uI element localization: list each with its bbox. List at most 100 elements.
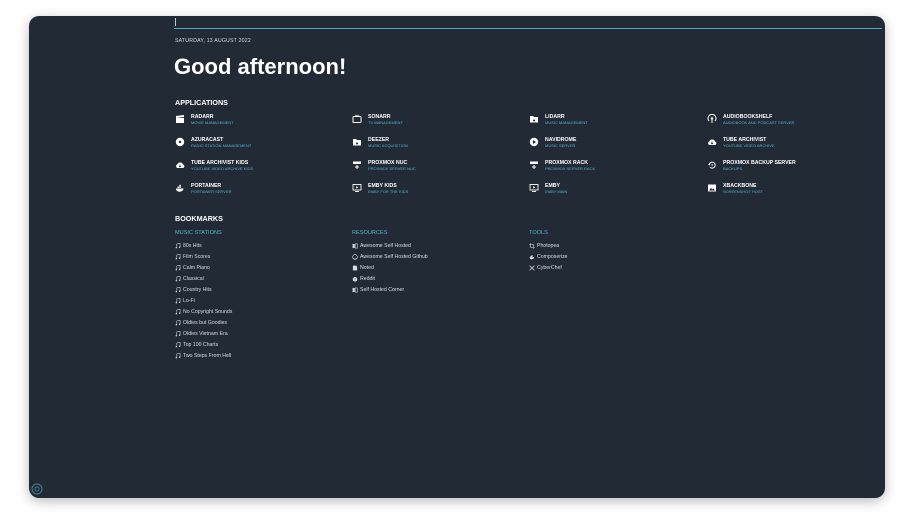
app-tile[interactable]: NAVIDROME MUSIC SERVER xyxy=(529,137,576,148)
search-input[interactable] xyxy=(174,28,882,29)
bookmark-label: Lo-Fi xyxy=(183,297,195,304)
book-icon xyxy=(352,287,358,293)
app-tile[interactable]: XBACKBONE SCREENSHOT HOST xyxy=(707,183,763,194)
bookmark-label: Oldies but Goodies xyxy=(183,319,228,326)
app-tile[interactable]: AZURACAST RADIO STATION MANAGEMENT xyxy=(175,137,251,148)
app-description: YOUTUBE VIDEO ARCHIVE KIDS xyxy=(191,166,254,171)
bookmark-link[interactable]: Awesome Self Hosted Github xyxy=(352,251,428,262)
play-circle-icon xyxy=(529,137,539,147)
bookmark-group-title: TOOLS xyxy=(529,230,548,236)
bookmark-group: MUSIC STATIONS 80s Hits Film Scores Calm Pi… xyxy=(175,230,232,361)
app-description: PORTAINER SERVER xyxy=(191,189,232,194)
server-plus-icon xyxy=(352,160,362,170)
crop-icon xyxy=(529,242,535,249)
bookmark-link[interactable]: Noted xyxy=(352,262,428,273)
bookmark-label: CyberChef xyxy=(537,264,562,271)
app-tile[interactable]: PROXMOX NUC PROXMOX SERVER NUC xyxy=(352,160,416,171)
bookmark-label: Composerize xyxy=(537,253,568,260)
bookmark-link[interactable]: Country Hits xyxy=(175,284,232,295)
bookmark-label: Photopea xyxy=(537,242,560,249)
app-description: YOUTUBE VIDEO ARCHIVE xyxy=(723,143,775,148)
bookmark-link[interactable]: Two Steps From Hell xyxy=(175,350,232,361)
app-tile[interactable]: EMBY KIDS EMBY FOR THE KIDS xyxy=(352,183,408,194)
app-tile[interactable]: PORTAINER PORTAINER SERVER xyxy=(175,183,231,194)
music-folder-icon xyxy=(352,137,362,147)
app-description: EMBY FOR THE KIDS xyxy=(368,189,409,194)
bookmark-link[interactable]: No Copyright Sounds xyxy=(175,306,232,317)
music-note-icon xyxy=(175,297,181,304)
note-icon xyxy=(352,265,358,271)
bookmark-link[interactable]: Calm Piano xyxy=(175,262,232,273)
bookmark-group-title: MUSIC STATIONS xyxy=(175,230,222,236)
disc-icon xyxy=(175,137,185,147)
music-note-icon xyxy=(175,330,181,337)
github-icon xyxy=(352,253,358,260)
bookmark-link[interactable]: Lo-Fi xyxy=(175,295,232,306)
bookmark-link[interactable]: CyberChef xyxy=(529,262,568,273)
bookmark-label: Top 100 Charts xyxy=(183,341,219,348)
monitor-play-icon xyxy=(529,183,539,193)
dashboard-window: SATURDAY, 13 AUGUST 2022 Good afternoon!… xyxy=(29,16,885,498)
app-description: EMBY MAIN xyxy=(545,189,568,194)
music-note-icon xyxy=(175,264,181,271)
app-tile[interactable]: AUDIOBOOKSHELF AUDIOBOOK AND PODCAST SERV… xyxy=(707,114,794,125)
app-tile[interactable]: DEEZER MUSIC ACQUISITION xyxy=(352,137,408,148)
app-tile[interactable]: LIDARR MUSIC MANAGEMENT xyxy=(529,114,588,125)
bookmark-link[interactable]: Oldies but Goodies xyxy=(175,317,232,328)
app-tile[interactable]: PROXMOX RACK PROXMOX SERVER RACK xyxy=(529,160,595,171)
app-tile[interactable]: PROXMOX BACKUP SERVER BACKUPS xyxy=(707,160,796,171)
music-note-icon xyxy=(175,242,181,249)
clapperboard-icon xyxy=(175,114,185,124)
reddit-icon xyxy=(352,276,358,282)
app-description: TV MANAGEMENT xyxy=(368,120,403,125)
app-description: MUSIC SERVER xyxy=(545,143,576,148)
music-note-icon xyxy=(175,275,181,282)
applications-heading: APPLICATIONS xyxy=(175,98,228,107)
bookmark-label: Two Steps From Hell xyxy=(183,352,232,359)
music-note-icon xyxy=(175,308,181,315)
bookmark-label: Oldies Vietnam Era xyxy=(183,330,228,337)
music-note-icon xyxy=(175,286,181,293)
app-description: SCREENSHOT HOST xyxy=(723,189,763,194)
app-tile[interactable]: TUBE ARCHIVIST YOUTUBE VIDEO ARCHIVE xyxy=(707,137,775,148)
app-description: MUSIC ACQUISITION xyxy=(368,143,408,148)
bookmark-link[interactable]: Reddit xyxy=(352,273,428,284)
app-tile[interactable]: TUBE ARCHIVIST KIDS YOUTUBE VIDEO ARCHIVE… xyxy=(175,160,253,171)
bookmark-link[interactable]: Oldies Vietnam Era xyxy=(175,328,232,339)
bookmark-link[interactable]: Awesome Self Hosted xyxy=(352,240,428,251)
app-tile[interactable]: EMBY EMBY MAIN xyxy=(529,183,567,194)
music-note-icon xyxy=(175,341,181,348)
bookmark-link[interactable]: Top 100 Charts xyxy=(175,339,232,350)
bookmark-group: TOOLS Photopea Composerize CyberChef xyxy=(529,230,568,273)
music-folder-icon xyxy=(529,114,539,124)
bookmark-link[interactable]: Composerize xyxy=(529,251,568,262)
backup-restore-icon xyxy=(707,160,717,170)
app-tile[interactable]: SONARR TV MANAGEMENT xyxy=(352,114,403,125)
app-description: BACKUPS xyxy=(723,166,743,171)
bookmark-link[interactable]: Film Scores xyxy=(175,251,232,262)
docker-icon xyxy=(529,254,535,260)
bookmark-label: No Copyright Sounds xyxy=(183,308,233,315)
cloud-download-icon xyxy=(707,137,717,147)
app-tile[interactable]: RADARR MOVIE MANAGEMENT xyxy=(175,114,234,125)
music-note-icon xyxy=(175,319,181,326)
bookmark-link[interactable]: Self Hosted Corner xyxy=(352,284,428,295)
app-description: MOVIE MANAGEMENT xyxy=(191,120,234,125)
greeting-heading: Good afternoon! xyxy=(174,54,347,79)
bookmark-group: RESOURCES Awesome Self Hosted Awesome Self… xyxy=(352,230,428,295)
settings-icon[interactable] xyxy=(31,482,43,495)
bookmark-label: Classical xyxy=(183,275,204,282)
bookmark-label: Calm Piano xyxy=(183,264,210,271)
bookmark-label: 80s Hits xyxy=(183,242,202,249)
music-note-icon xyxy=(175,253,181,260)
bookmark-link[interactable]: 80s Hits xyxy=(175,240,232,251)
app-description: RADIO STATION MANAGEMENT xyxy=(191,143,252,148)
app-description: PROXMOX SERVER RACK xyxy=(545,166,596,171)
bookmark-label: Noted xyxy=(360,264,374,271)
music-note-icon xyxy=(175,352,181,359)
bookmark-link[interactable]: Classical xyxy=(175,273,232,284)
monitor-play-icon xyxy=(352,183,362,193)
bookmark-link[interactable]: Photopea xyxy=(529,240,568,251)
server-plus-icon xyxy=(529,160,539,170)
image-icon xyxy=(707,183,717,193)
